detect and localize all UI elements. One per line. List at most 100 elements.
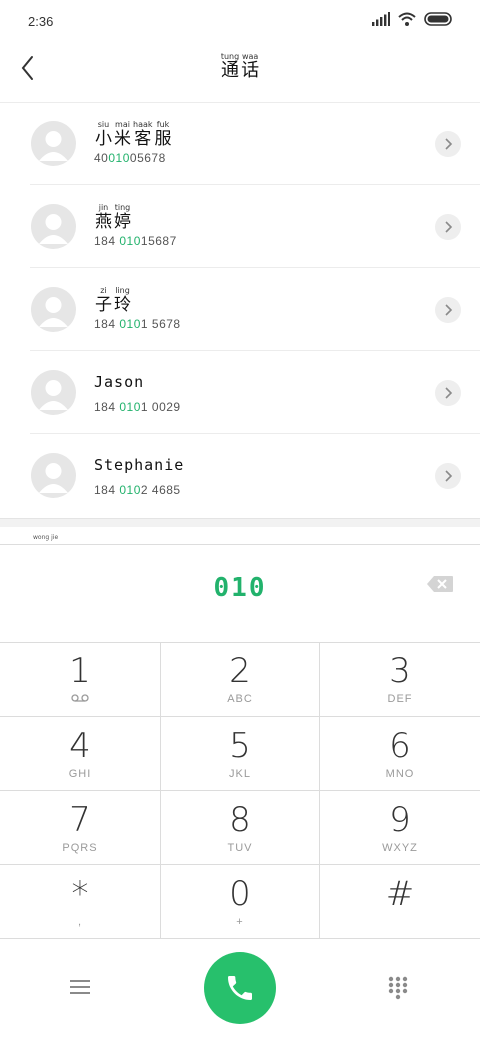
key-star[interactable]: * , (0, 864, 160, 938)
key-letters: WXYZ (382, 842, 418, 854)
pinyin: mai (115, 120, 130, 129)
key-letters: MNO (385, 768, 415, 780)
key-digit: 2 (229, 651, 251, 691)
key-letters (0, 693, 160, 705)
chevron-right-icon (445, 221, 453, 233)
hanzi: 燕 (95, 212, 112, 232)
key-letters: DEF (387, 693, 413, 705)
number-match: 010 (119, 400, 141, 414)
contact-name: jin 燕 ting 婷 (94, 203, 132, 232)
dialpad-toggle-button[interactable] (382, 972, 414, 1004)
key-digit: 5 (229, 726, 251, 766)
key-8[interactable]: 8 TUV (160, 790, 320, 864)
number-match: 010 (119, 234, 141, 248)
pinyin: fuk (156, 120, 170, 129)
contact-list: siu 小 mai 米 haak 客 fuk 服 4001005678 jin 燕 ting 婷 1… (0, 102, 480, 518)
key-0[interactable]: 0 + (160, 864, 320, 938)
contact-detail-button[interactable] (435, 214, 461, 240)
contact-row[interactable]: Stephanie 184 0102 4685 (0, 434, 480, 517)
key-6[interactable]: 6 MNO (320, 716, 480, 790)
key-digit: 3 (389, 651, 411, 691)
hanzi: 子 (95, 295, 112, 315)
contact-detail-button[interactable] (435, 131, 461, 157)
dialpad-icon (388, 976, 408, 1000)
avatar (31, 204, 76, 249)
battery-icon (424, 12, 452, 26)
hanzi: 服 (154, 129, 172, 149)
backspace-button[interactable] (426, 575, 454, 593)
avatar (31, 121, 76, 166)
title-char: tung 通 (221, 52, 239, 81)
key-9[interactable]: 9 WXYZ (320, 790, 480, 864)
contact-name: siu 小 mai 米 haak 客 fuk 服 (94, 120, 173, 149)
key-2[interactable]: 2 ABC (160, 642, 320, 716)
number-match: 010 (119, 483, 141, 497)
chevron-right-icon (445, 138, 453, 150)
menu-button[interactable] (64, 974, 96, 1000)
status-icons (372, 12, 454, 26)
contact-number: 184 0101 0029 (94, 400, 181, 414)
key-digit: 8 (229, 800, 251, 840)
contact-name: Jason (94, 373, 145, 391)
contact-name: Stephanie (94, 456, 185, 474)
number-suffix: 05678 (129, 151, 166, 165)
title-hanzi: 话 (241, 60, 260, 81)
pinyin: ting (114, 203, 131, 212)
key-1[interactable]: 1 (0, 642, 160, 716)
key-7[interactable]: 7 PQRS (0, 790, 160, 864)
contact-name: zi 子 ling 玲 (94, 286, 132, 315)
key-digit: * (71, 874, 89, 914)
avatar (31, 287, 76, 332)
number-match: 010 (108, 151, 130, 165)
phone-icon (228, 976, 252, 1000)
header: tung 通 waa 话 (0, 44, 480, 103)
key-letters: PQRS (62, 842, 98, 854)
number-prefix: 184 (94, 400, 120, 414)
number-suffix: 2 4685 (140, 483, 181, 497)
default-avatar-icon (39, 297, 68, 327)
key-letters: + (236, 916, 244, 928)
number-suffix: 1 0029 (140, 400, 181, 414)
contact-number: 184 0101 5678 (94, 317, 181, 331)
contact-row[interactable]: Jason 184 0101 0029 (0, 351, 480, 434)
pinyin: wong (33, 534, 50, 541)
partially-visible-contact-row[interactable]: wong jie (0, 527, 480, 545)
wifi-icon (398, 12, 416, 26)
hanzi: 小 (95, 129, 112, 149)
contact-detail-button[interactable] (435, 380, 461, 406)
backspace-icon (427, 576, 453, 592)
number-prefix: 184 (94, 317, 120, 331)
signal-icon (372, 12, 390, 26)
key-letters: TUV (227, 842, 253, 854)
key-letters: ABC (227, 693, 253, 705)
key-5[interactable]: 5 JKL (160, 716, 320, 790)
pinyin: jie (51, 534, 59, 541)
contact-row[interactable]: jin 燕 ting 婷 184 01015687 (0, 185, 480, 268)
contact-row[interactable]: zi 子 ling 玲 184 0101 5678 (0, 268, 480, 351)
dialed-number-input[interactable]: 010 (0, 573, 480, 603)
chevron-right-icon (445, 470, 453, 482)
contact-number: 4001005678 (94, 151, 166, 165)
contact-detail-button[interactable] (435, 463, 461, 489)
voicemail-icon (71, 694, 89, 702)
hanzi: 客 (134, 129, 152, 149)
pinyin: siu (97, 120, 110, 129)
key-digit: 4 (69, 726, 91, 766)
hanzi: 玲 (114, 295, 131, 315)
key-digit: # (385, 874, 415, 914)
chevron-right-icon (445, 387, 453, 399)
pinyin: haak (133, 120, 153, 129)
number-prefix: 40 (94, 151, 109, 165)
call-button[interactable] (204, 952, 276, 1024)
contact-detail-button[interactable] (435, 297, 461, 323)
hanzi: 米 (114, 129, 131, 149)
key-4[interactable]: 4 GHI (0, 716, 160, 790)
default-avatar-icon (39, 463, 68, 493)
key-digit: 7 (69, 800, 91, 840)
title-char: waa 话 (241, 52, 259, 81)
title-hanzi: 通 (220, 60, 239, 81)
key-hash[interactable]: # (320, 864, 480, 938)
pinyin: ling (115, 286, 130, 295)
key-3[interactable]: 3 DEF (320, 642, 480, 716)
contact-row[interactable]: siu 小 mai 米 haak 客 fuk 服 4001005678 (0, 102, 480, 185)
